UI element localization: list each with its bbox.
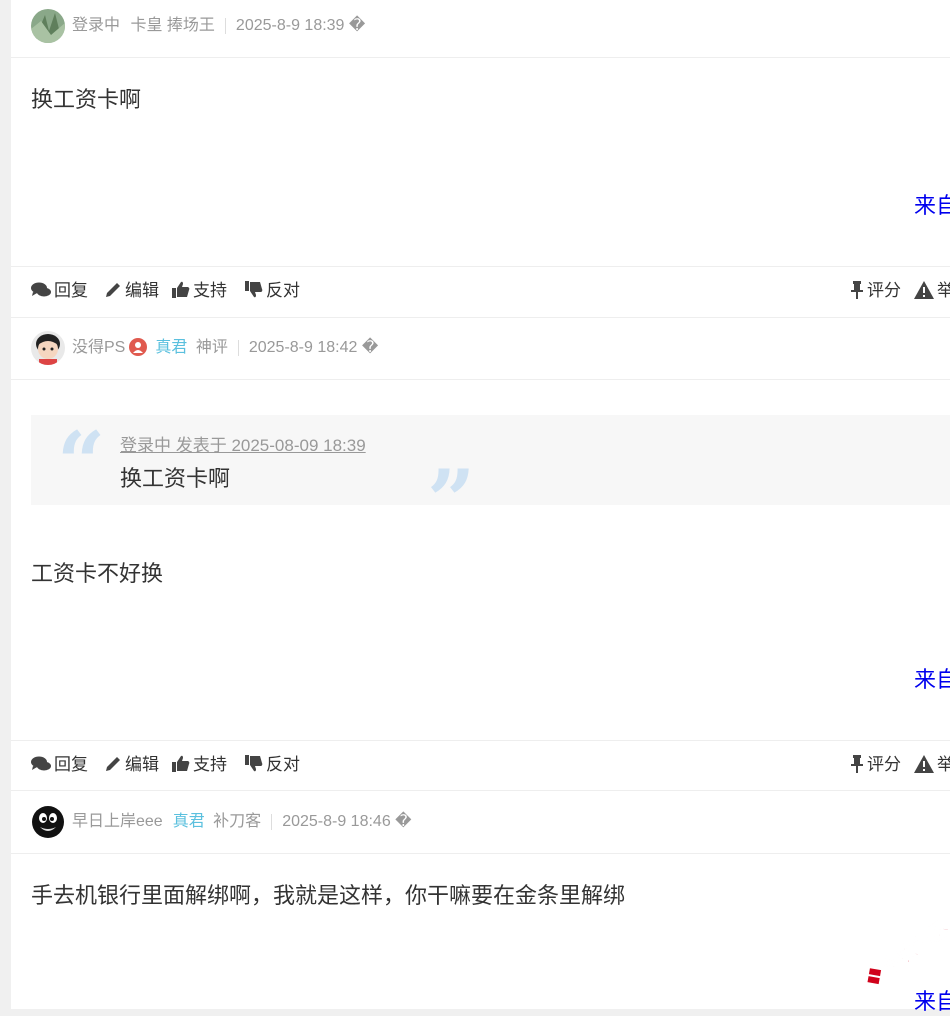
oppose-button[interactable]: 反对 <box>245 279 300 303</box>
post-actions: 回复 编辑 支持 反对 评分 举 <box>31 279 950 303</box>
divider <box>11 740 950 741</box>
user-level[interactable]: 真君 <box>155 339 187 356</box>
support-button[interactable]: 支持 <box>172 753 227 777</box>
post-header: 没得PS 真君 神评 2025-8-9 18:42 � <box>11 322 950 374</box>
edit-button[interactable]: 编辑 <box>104 753 159 777</box>
avatar[interactable] <box>31 9 65 43</box>
divider <box>11 317 950 318</box>
rate-button[interactable]: 评分 <box>850 279 901 303</box>
post-content: 手去机银行里面解绑啊，我就是这样，你干嘛要在金条里解绑 <box>31 883 626 908</box>
post-header: 登录中 卡皇 捧场王 2025-8-9 18:39 � <box>11 0 950 52</box>
user-level[interactable]: 真君 <box>173 813 205 830</box>
open-quote-icon: “ <box>57 413 106 512</box>
pin-icon <box>851 754 863 773</box>
avatar[interactable] <box>31 331 65 365</box>
report-button[interactable]: 举 <box>914 279 950 303</box>
watermark-logo: 卡农社区 <box>846 914 950 990</box>
reply-button[interactable]: 回复 <box>31 279 88 303</box>
thumbs-up-icon <box>172 281 190 299</box>
post-content: 换工资卡啊 <box>31 87 142 112</box>
quote-text: 换工资卡啊 <box>120 466 231 491</box>
post-actions: 回复 编辑 支持 反对 评分 举 <box>31 753 950 777</box>
thumbs-up-icon <box>172 755 190 773</box>
close-quote-icon: ” <box>427 451 476 550</box>
report-button[interactable]: 举 <box>914 753 950 777</box>
post-meta: 登录中 卡皇 捧场王 2025-8-9 18:39 � <box>72 16 365 36</box>
post-time: 2025-8-9 18:42 � <box>248 339 379 356</box>
rate-button[interactable]: 评分 <box>850 753 901 777</box>
post-content: 工资卡不好换 <box>31 561 164 586</box>
post-meta: 早日上岸eee 真君 补刀客 2025-8-9 18:46 � <box>72 812 412 832</box>
divider <box>224 18 226 34</box>
divider <box>237 340 239 356</box>
post-time: 2025-8-9 18:46 � <box>282 813 412 830</box>
avatar[interactable] <box>31 805 65 839</box>
pin-icon <box>851 280 863 299</box>
oppose-button[interactable]: 反对 <box>245 753 300 777</box>
quote-title[interactable]: 登录中 发表于 2025-08-09 18:39 <box>120 431 366 456</box>
reply-icon <box>31 756 51 771</box>
thumbs-down-icon <box>245 281 263 298</box>
user-icon <box>129 338 148 356</box>
divider <box>11 790 950 791</box>
divider <box>271 814 273 830</box>
watermark-text: 卡农社区 <box>876 920 950 980</box>
author-name[interactable]: 早日上岸eee <box>72 813 163 830</box>
divider <box>11 853 950 854</box>
author-name[interactable]: 没得PS <box>72 339 125 356</box>
quote-block: “ 登录中 发表于 2025-08-09 18:39 换工资卡啊 ” <box>31 413 950 543</box>
thumbs-down-icon <box>245 755 263 772</box>
edit-icon <box>106 282 120 297</box>
edit-button[interactable]: 编辑 <box>104 279 159 303</box>
user-title: 卡皇 捧场王 <box>130 17 215 34</box>
edit-icon <box>106 756 120 771</box>
support-button[interactable]: 支持 <box>172 279 227 303</box>
warning-icon <box>914 754 934 773</box>
post-time: 2025-8-9 18:39 � <box>235 17 366 34</box>
reply-icon <box>31 282 51 297</box>
user-title: 神评 <box>195 339 228 356</box>
user-title: 补刀客 <box>213 813 262 830</box>
post-meta: 没得PS 真君 神评 2025-8-9 18:42 � <box>72 338 378 358</box>
post-header: 早日上岸eee 真君 补刀客 2025-8-9 18:46 � <box>11 796 950 848</box>
reply-button[interactable]: 回复 <box>31 753 88 777</box>
divider <box>11 379 950 380</box>
thread-panel: 登录中 卡皇 捧场王 2025-8-9 18:39 � 换工资卡啊 来自 回复 编… <box>11 0 950 1014</box>
from-link[interactable]: 来自 <box>914 662 950 694</box>
from-link[interactable]: 来自 <box>914 188 950 220</box>
divider <box>11 266 950 267</box>
warning-icon <box>914 280 934 299</box>
divider <box>11 57 950 58</box>
author-name[interactable]: 登录中 <box>72 17 120 34</box>
